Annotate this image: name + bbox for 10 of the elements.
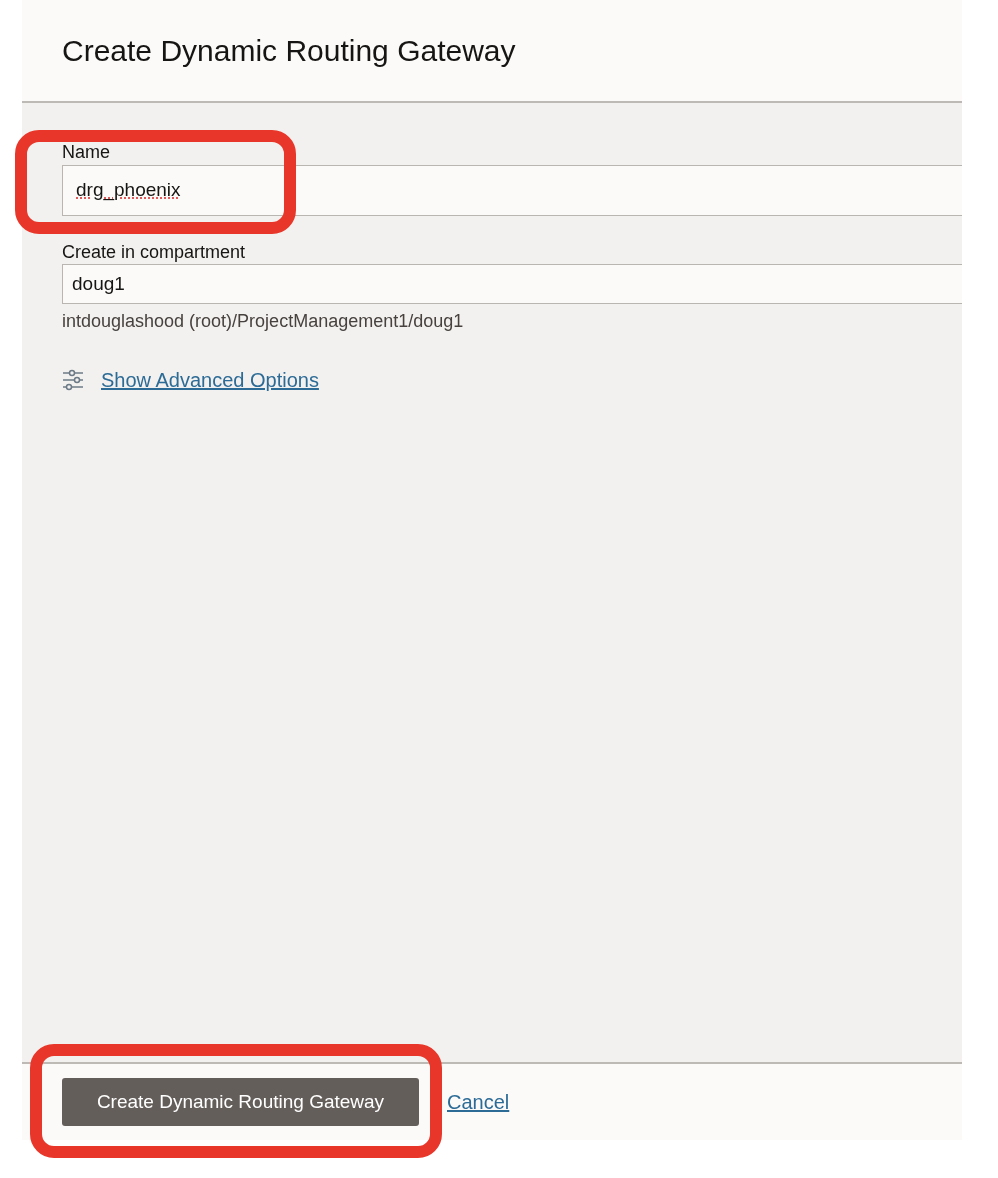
field-label: Create in compartment: [62, 241, 246, 263]
compartment-select-field[interactable]: doug1: [62, 264, 962, 304]
show-advanced-options-link[interactable]: Show Advanced Options: [101, 365, 319, 395]
field-label: Name: [62, 141, 110, 163]
cancel-link[interactable]: Cancel: [447, 1087, 510, 1117]
dialog-title: Create Dynamic Routing Gateway: [62, 33, 516, 69]
compartment-path: intdouglashood (root)/ProjectManagement1/doug1: [62, 310, 464, 333]
sliders-icon: [62, 369, 84, 391]
name-input-field[interactable]: drg_phoenix: [62, 165, 962, 216]
create-gateway-button[interactable]: Create Dynamic Routing Gateway: [62, 1078, 419, 1126]
